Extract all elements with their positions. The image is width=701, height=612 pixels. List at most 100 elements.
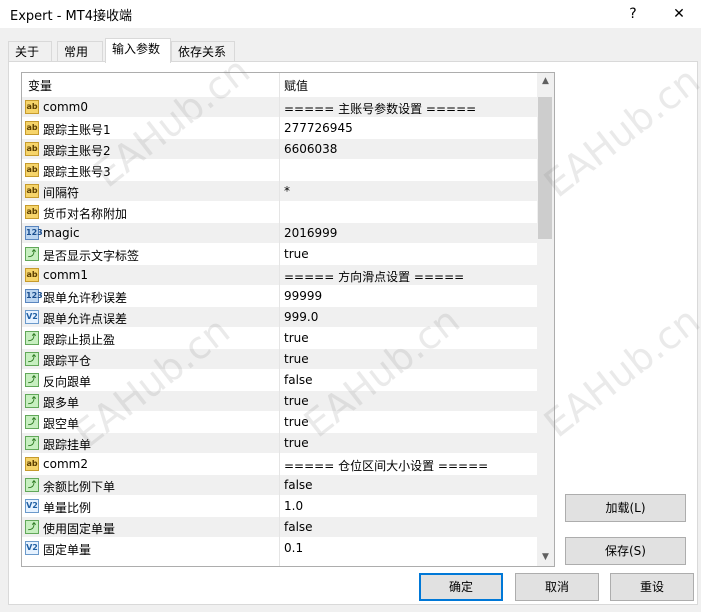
parameter-value[interactable]: false [284, 478, 313, 492]
boolean-type-icon: ⤴ [25, 520, 39, 534]
tab-about[interactable]: 关于 [8, 41, 52, 62]
header-variable[interactable]: 变量 [28, 77, 52, 94]
parameter-name: 间隔符 [43, 186, 80, 200]
parameter-value[interactable]: ===== 仓位区间大小设置 ===== [284, 457, 488, 474]
column-separator [279, 73, 280, 566]
parameter-row[interactable]: ab 跟踪主账号1 277726945 [22, 118, 538, 139]
parameter-name: 使用固定单量 [43, 522, 116, 536]
parameter-value[interactable]: 277726945 [284, 121, 353, 135]
parameter-value[interactable]: true [284, 331, 309, 345]
parameter-name: 是否显示文字标签 [43, 249, 140, 263]
parameter-row[interactable]: ⤴ 跟空单 true [22, 412, 538, 433]
parameter-row[interactable]: ⤴ 跟踪止损止盈 true [22, 328, 538, 349]
parameter-value[interactable]: 999.0 [284, 310, 318, 324]
string-type-icon: ab [25, 268, 39, 282]
ok-button[interactable]: 确定 [419, 573, 503, 601]
parameter-name: 固定单量 [43, 543, 92, 557]
parameter-row[interactable]: ab comm1 ===== 方向滑点设置 ===== [22, 265, 538, 286]
parameter-value[interactable]: 2016999 [284, 226, 337, 240]
parameter-value[interactable]: 99999 [284, 289, 322, 303]
parameter-name: 货币对名称附加 [43, 207, 128, 221]
parameter-name: 跟空单 [43, 417, 80, 431]
parameter-name: 跟单允许点误差 [43, 312, 128, 326]
string-type-icon: ab [25, 457, 39, 471]
scroll-thumb[interactable] [538, 97, 552, 239]
parameter-value[interactable]: 0.1 [284, 541, 303, 555]
tab-common[interactable]: 常用 [57, 41, 103, 62]
parameter-row[interactable]: ab 间隔符 * [22, 181, 538, 202]
reset-button[interactable]: 重设 [610, 573, 694, 601]
boolean-type-icon: ⤴ [25, 373, 39, 387]
boolean-type-icon: ⤴ [25, 394, 39, 408]
parameter-value[interactable]: true [284, 394, 309, 408]
parameter-name: 跟踪挂单 [43, 438, 92, 452]
boolean-type-icon: ⤴ [25, 331, 39, 345]
parameter-name: magic [43, 226, 80, 240]
tab-dependencies[interactable]: 依存关系 [171, 41, 235, 62]
cancel-button[interactable]: 取消 [515, 573, 599, 601]
boolean-type-icon: ⤴ [25, 478, 39, 492]
parameter-name: 跟踪平仓 [43, 354, 92, 368]
parameter-value[interactable]: true [284, 247, 309, 261]
parameter-value[interactable]: 1.0 [284, 499, 303, 513]
parameter-name: 单量比例 [43, 501, 92, 515]
parameter-row[interactable]: ⤴ 反向跟单 false [22, 370, 538, 391]
parameter-row[interactable]: 123 magic 2016999 [22, 223, 538, 244]
parameter-row[interactable]: ab comm2 ===== 仓位区间大小设置 ===== [22, 454, 538, 475]
parameter-name: 跟踪主账号2 [43, 144, 111, 158]
parameter-value[interactable]: * [284, 184, 290, 198]
boolean-type-icon: ⤴ [25, 247, 39, 261]
parameter-value[interactable]: ===== 主账号参数设置 ===== [284, 100, 476, 117]
boolean-type-icon: ⤴ [25, 436, 39, 450]
parameter-row[interactable]: ab 跟踪主账号3 [22, 160, 538, 181]
vertical-scrollbar[interactable]: ▲ ▼ [537, 73, 554, 566]
parameter-row[interactable]: ab 跟踪主账号2 6606038 [22, 139, 538, 160]
parameter-value[interactable]: false [284, 520, 313, 534]
parameter-row[interactable]: V2 跟单允许点误差 999.0 [22, 307, 538, 328]
header-value[interactable]: 赋值 [284, 77, 308, 94]
string-type-icon: ab [25, 121, 39, 135]
scroll-down-icon[interactable]: ▼ [537, 549, 554, 566]
parameter-value[interactable]: true [284, 436, 309, 450]
parameter-row[interactable]: V2 固定单量 0.1 [22, 538, 538, 559]
parameter-row[interactable]: V2 单量比例 1.0 [22, 496, 538, 517]
parameter-value[interactable]: true [284, 352, 309, 366]
integer-type-icon: 123 [25, 289, 43, 303]
scroll-up-icon[interactable]: ▲ [537, 73, 554, 90]
help-button[interactable]: ? [618, 3, 648, 25]
double-type-icon: V2 [25, 499, 39, 513]
parameter-row[interactable]: ⤴ 是否显示文字标签 true [22, 244, 538, 265]
tab-inputs[interactable]: 输入参数 [105, 38, 171, 63]
parameter-row[interactable]: ab 货币对名称附加 [22, 202, 538, 223]
parameter-value[interactable]: false [284, 373, 313, 387]
parameter-name: comm0 [43, 100, 88, 114]
parameter-name: 跟踪主账号3 [43, 165, 111, 179]
parameter-row[interactable]: ⤴ 余额比例下单 false [22, 475, 538, 496]
parameter-row[interactable]: ⤴ 跟踪挂单 true [22, 433, 538, 454]
parameter-row[interactable]: ⤴ 跟多单 true [22, 391, 538, 412]
parameter-value[interactable]: ===== 方向滑点设置 ===== [284, 268, 464, 285]
parameter-value[interactable]: 6606038 [284, 142, 337, 156]
parameter-name: comm1 [43, 268, 88, 282]
load-button[interactable]: 加载(L) [565, 494, 686, 522]
parameter-name: 反向跟单 [43, 375, 92, 389]
parameter-row[interactable]: 123 跟单允许秒误差 99999 [22, 286, 538, 307]
string-type-icon: ab [25, 163, 39, 177]
boolean-type-icon: ⤴ [25, 415, 39, 429]
parameter-row[interactable]: ab comm0 ===== 主账号参数设置 ===== [22, 97, 538, 118]
parameter-name: 跟多单 [43, 396, 80, 410]
parameter-name: comm2 [43, 457, 88, 471]
parameter-row[interactable]: ⤴ 使用固定单量 false [22, 517, 538, 538]
string-type-icon: ab [25, 142, 39, 156]
save-button[interactable]: 保存(S) [565, 537, 686, 565]
parameter-name: 跟踪止损止盈 [43, 333, 116, 347]
string-type-icon: ab [25, 100, 39, 114]
close-button[interactable]: ✕ [664, 3, 694, 25]
parameter-name: 跟踪主账号1 [43, 123, 111, 137]
parameter-name: 余额比例下单 [43, 480, 116, 494]
parameter-value[interactable]: true [284, 415, 309, 429]
double-type-icon: V2 [25, 541, 39, 555]
string-type-icon: ab [25, 184, 39, 198]
double-type-icon: V2 [25, 310, 39, 324]
parameter-row[interactable]: ⤴ 跟踪平仓 true [22, 349, 538, 370]
